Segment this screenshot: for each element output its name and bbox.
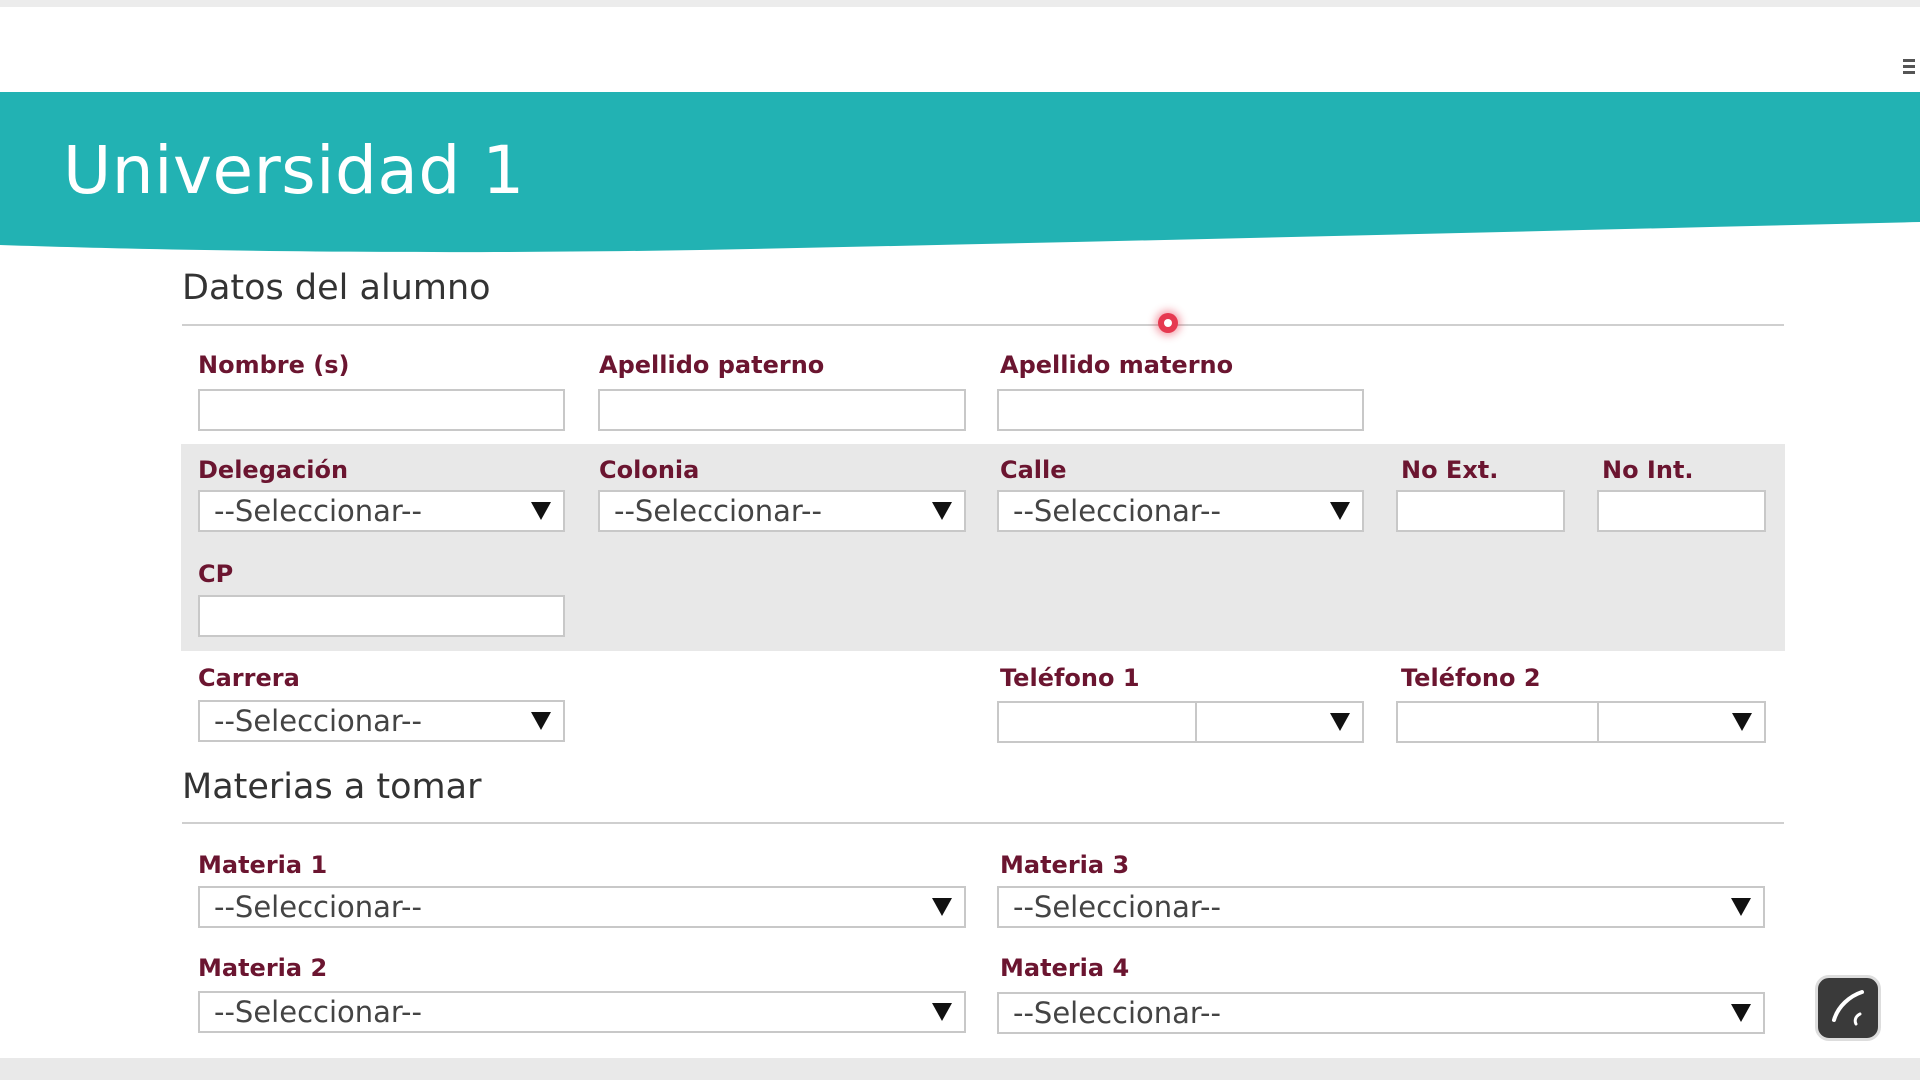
calle-selected-value: --Seleccionar-- <box>1013 494 1221 528</box>
edit-pen-button[interactable] <box>1815 975 1881 1041</box>
cursor-indicator-icon <box>1158 313 1178 333</box>
dropdown-arrow-icon <box>531 502 551 520</box>
bottom-strip <box>0 1058 1920 1080</box>
colonia-label: Colonia <box>599 456 700 484</box>
materia4-label: Materia 4 <box>1000 954 1130 982</box>
carrera-selected-value: --Seleccionar-- <box>214 704 422 738</box>
telefono2-input[interactable] <box>1396 701 1599 743</box>
carrera-select[interactable]: --Seleccionar-- <box>198 700 565 742</box>
colonia-selected-value: --Seleccionar-- <box>614 494 822 528</box>
hamburger-menu-icon[interactable] <box>1903 59 1915 77</box>
materia2-label: Materia 2 <box>198 954 328 982</box>
apellido-materno-input[interactable] <box>997 389 1364 431</box>
telefono1-type-select[interactable] <box>1195 701 1364 743</box>
apellido-materno-label: Apellido materno <box>1000 351 1234 379</box>
dropdown-arrow-icon <box>1731 898 1751 916</box>
calle-select[interactable]: --Seleccionar-- <box>997 490 1364 532</box>
materia3-selected-value: --Seleccionar-- <box>1013 890 1221 924</box>
cp-input[interactable] <box>198 595 565 637</box>
nombre-input[interactable] <box>198 389 565 431</box>
apellido-paterno-label: Apellido paterno <box>599 351 825 379</box>
subjects-section-title: Materias a tomar <box>182 767 482 807</box>
materia2-selected-value: --Seleccionar-- <box>214 995 422 1029</box>
carrera-label: Carrera <box>198 664 300 692</box>
materia1-selected-value: --Seleccionar-- <box>214 890 422 924</box>
no-int-label: No Int. <box>1602 456 1694 484</box>
subjects-section-divider <box>182 822 1784 824</box>
telefono1-input[interactable] <box>997 701 1197 743</box>
dropdown-arrow-icon <box>531 712 551 730</box>
dropdown-arrow-icon <box>1330 502 1350 520</box>
telefono2-label: Teléfono 2 <box>1401 664 1541 692</box>
materia1-select[interactable]: --Seleccionar-- <box>198 886 966 928</box>
no-ext-label: No Ext. <box>1401 456 1499 484</box>
materia4-selected-value: --Seleccionar-- <box>1013 996 1221 1030</box>
no-int-input[interactable] <box>1597 490 1766 532</box>
top-strip <box>0 0 1920 7</box>
colonia-select[interactable]: --Seleccionar-- <box>598 490 966 532</box>
materia4-select[interactable]: --Seleccionar-- <box>997 992 1765 1034</box>
page-title: Universidad 1 <box>63 132 525 209</box>
cp-label: CP <box>198 560 234 588</box>
no-ext-input[interactable] <box>1396 490 1565 532</box>
dropdown-arrow-icon <box>932 1003 952 1021</box>
materia2-select[interactable]: --Seleccionar-- <box>198 991 966 1033</box>
student-section-title: Datos del alumno <box>182 268 491 308</box>
student-section-divider <box>182 324 1784 326</box>
telefono1-label: Teléfono 1 <box>1000 664 1140 692</box>
calle-label: Calle <box>1000 456 1067 484</box>
delegacion-label: Delegación <box>198 456 349 484</box>
pen-edit-icon <box>1832 990 1864 1026</box>
dropdown-arrow-icon <box>1731 1004 1751 1022</box>
delegacion-select[interactable]: --Seleccionar-- <box>198 490 565 532</box>
materia3-label: Materia 3 <box>1000 851 1130 879</box>
delegacion-selected-value: --Seleccionar-- <box>214 494 422 528</box>
nombre-label: Nombre (s) <box>198 351 350 379</box>
materia3-select[interactable]: --Seleccionar-- <box>997 886 1765 928</box>
dropdown-arrow-icon <box>1732 713 1752 731</box>
dropdown-arrow-icon <box>1330 713 1350 731</box>
dropdown-arrow-icon <box>932 502 952 520</box>
materia1-label: Materia 1 <box>198 851 328 879</box>
dropdown-arrow-icon <box>932 898 952 916</box>
telefono2-type-select[interactable] <box>1597 701 1766 743</box>
apellido-paterno-input[interactable] <box>598 389 966 431</box>
